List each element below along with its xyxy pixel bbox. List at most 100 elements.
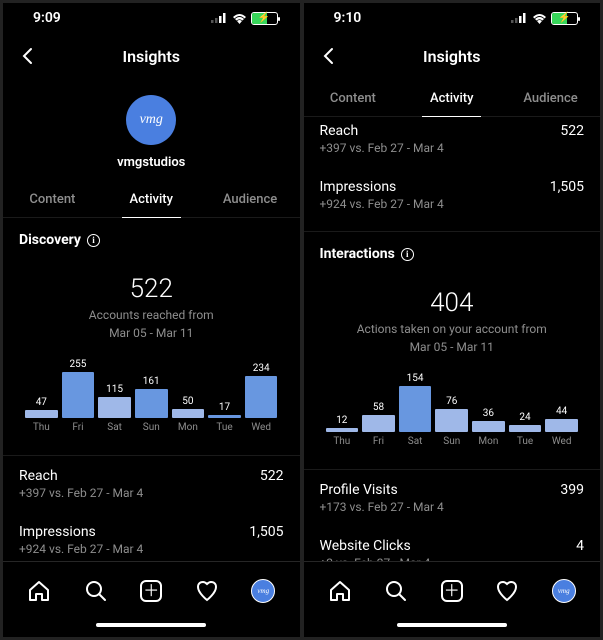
bar-value: 17 xyxy=(219,402,230,413)
bar-value: 58 xyxy=(373,402,384,413)
day-label: Mon xyxy=(172,422,205,433)
bar-value: 47 xyxy=(36,397,47,408)
home-icon[interactable] xyxy=(328,579,352,603)
impressions-value: 1,505 xyxy=(550,179,584,195)
day-label: Thu xyxy=(326,436,359,447)
bar-value: 161 xyxy=(143,376,160,387)
interactions-title: Interactions i xyxy=(304,232,601,270)
avatar[interactable]: vmg xyxy=(126,95,176,145)
day-label: Tue xyxy=(208,422,241,433)
website-clicks-row[interactable]: Website Clicks 4 xyxy=(304,526,601,556)
back-icon[interactable] xyxy=(19,47,37,65)
bar-value: 76 xyxy=(446,396,457,407)
day-label: Sun xyxy=(135,422,168,433)
day-label: Sun xyxy=(435,436,468,447)
day-label: Wed xyxy=(245,422,278,433)
search-icon[interactable] xyxy=(384,579,408,603)
bar-value: 234 xyxy=(253,363,270,374)
discovery-chart: 472551151615017234 ThuFriSatSunMonTueWed xyxy=(3,340,300,447)
chart-bar: 17 xyxy=(208,356,241,418)
tab-activity[interactable]: Activity xyxy=(102,180,201,217)
tab-audience[interactable]: Audience xyxy=(501,79,600,116)
battery-icon: ⚡ xyxy=(551,12,578,25)
status-time: 9:09 xyxy=(33,10,61,26)
bar-fill xyxy=(362,415,395,432)
back-icon[interactable] xyxy=(320,47,338,65)
impressions-row[interactable]: Impressions 1,505 xyxy=(304,167,601,197)
chart-bar: 115 xyxy=(98,356,131,418)
tab-activity[interactable]: Activity xyxy=(402,79,501,116)
interactions-label: Interactions xyxy=(320,246,395,262)
chart-bar: 58 xyxy=(362,370,395,432)
status-icons: ⚡ xyxy=(211,12,278,25)
page-header: Insights xyxy=(304,33,601,79)
signal-icon xyxy=(211,13,228,23)
bar-fill xyxy=(509,425,542,432)
info-icon[interactable]: i xyxy=(87,234,100,247)
bar-value: 24 xyxy=(519,412,530,423)
chart-bar: 36 xyxy=(472,370,505,432)
interactions-total: 404 xyxy=(304,288,601,318)
bar-fill xyxy=(208,415,241,418)
add-icon[interactable]: ＋ xyxy=(441,580,463,602)
bar-value: 154 xyxy=(407,373,424,384)
scroll-area[interactable]: vmg vmgstudios Content Activity Audience… xyxy=(3,79,300,561)
interactions-subtext-2: Mar 05 - Mar 11 xyxy=(304,340,601,354)
scroll-area[interactable]: Reach 522 +397 vs. Feb 27 - Mar 4 Impres… xyxy=(304,117,601,561)
reach-label: Reach xyxy=(19,468,58,484)
profile-visits-row[interactable]: Profile Visits 399 xyxy=(304,470,601,500)
chart-bar: 255 xyxy=(62,356,95,418)
home-icon[interactable] xyxy=(27,579,51,603)
impressions-row[interactable]: Impressions 1,505 xyxy=(3,512,300,542)
reach-sub: +397 vs. Feb 27 - Mar 4 xyxy=(304,141,601,167)
info-icon[interactable]: i xyxy=(401,248,414,261)
day-label: Sat xyxy=(399,436,432,447)
tab-content[interactable]: Content xyxy=(304,79,403,116)
interactions-subtext-1: Actions taken on your account from xyxy=(304,322,601,336)
bar-fill xyxy=(435,409,468,432)
bar-value: 50 xyxy=(182,396,193,407)
tab-strip: Content Activity Audience xyxy=(304,79,601,117)
profile-visits-label: Profile Visits xyxy=(320,482,398,498)
discovery-subtext-1: Accounts reached from xyxy=(3,308,300,322)
page-title: Insights xyxy=(423,47,481,66)
chart-bar: 161 xyxy=(135,356,168,418)
discovery-title: Discovery i xyxy=(3,218,300,256)
profile-visits-sub: +173 vs. Feb 27 - Mar 4 xyxy=(304,500,601,526)
add-icon[interactable]: ＋ xyxy=(140,580,162,602)
signal-icon xyxy=(511,13,528,23)
bottom-nav: ＋ vmg xyxy=(304,561,601,619)
reach-row[interactable]: Reach 522 xyxy=(3,456,300,486)
nav-avatar[interactable]: vmg xyxy=(251,579,275,603)
bar-value: 36 xyxy=(483,408,494,419)
impressions-sub: +924 vs. Feb 27 - Mar 4 xyxy=(3,542,300,561)
bar-fill xyxy=(545,419,578,432)
reach-row[interactable]: Reach 522 xyxy=(304,117,601,141)
tab-audience[interactable]: Audience xyxy=(201,180,300,217)
battery-icon: ⚡ xyxy=(251,12,278,25)
impressions-value: 1,505 xyxy=(249,524,283,540)
bar-fill xyxy=(172,409,205,418)
tab-content[interactable]: Content xyxy=(3,180,102,217)
chart-bar: 12 xyxy=(326,370,359,432)
status-icons: ⚡ xyxy=(511,12,578,25)
nav-avatar[interactable]: vmg xyxy=(552,579,576,603)
discovery-label: Discovery xyxy=(19,232,81,248)
bottom-nav: ＋ vmg xyxy=(3,561,300,619)
status-bar: 9:09 ⚡ xyxy=(3,3,300,33)
home-indicator xyxy=(3,619,300,637)
bar-value: 115 xyxy=(106,384,123,395)
username[interactable]: vmgstudios xyxy=(117,155,185,170)
impressions-sub: +924 vs. Feb 27 - Mar 4 xyxy=(304,197,601,223)
bar-fill xyxy=(245,376,278,418)
search-icon[interactable] xyxy=(84,579,108,603)
bar-fill xyxy=(25,410,58,418)
chart-bar: 47 xyxy=(25,356,58,418)
bar-fill xyxy=(98,397,131,418)
heart-icon[interactable] xyxy=(495,579,519,603)
day-label: Sat xyxy=(98,422,131,433)
heart-icon[interactable] xyxy=(195,579,219,603)
website-clicks-label: Website Clicks xyxy=(320,538,411,554)
chart-bar: 44 xyxy=(545,370,578,432)
phone-right: 9:10 ⚡ Insights Content Activity Audienc… xyxy=(304,3,601,637)
